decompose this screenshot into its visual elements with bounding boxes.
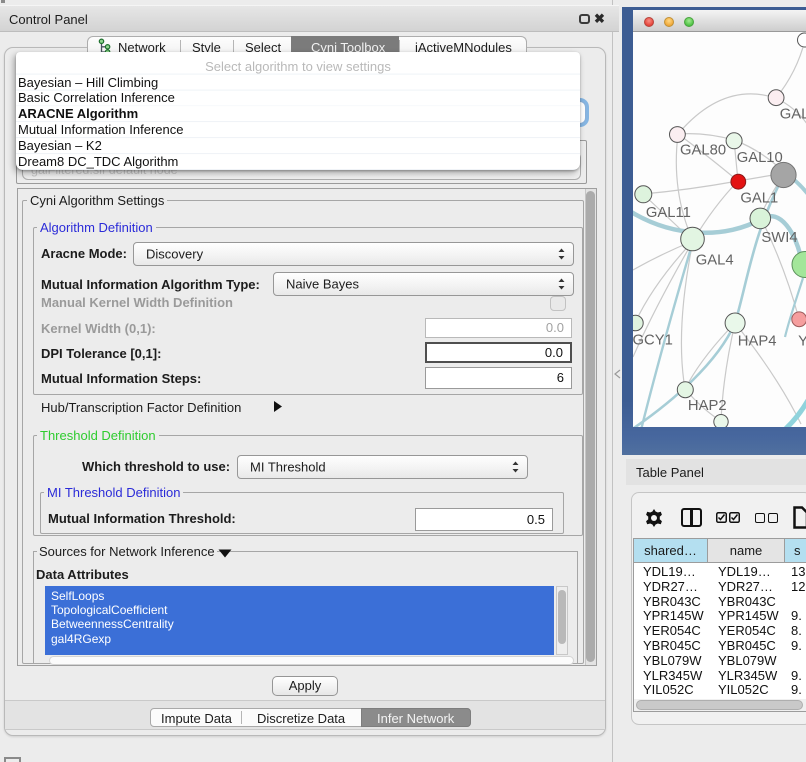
svg-text:GAL1: GAL1 [740, 191, 778, 207]
svg-text:GAL7: GAL7 [780, 107, 806, 123]
svg-text:HAP4: HAP4 [738, 334, 777, 350]
svg-text:GAL11: GAL11 [646, 205, 691, 221]
svg-text:GCY1: GCY1 [633, 333, 673, 349]
svg-text:GAL4: GAL4 [696, 253, 734, 269]
svg-text:Y: Y [798, 334, 806, 350]
svg-text:GAL80: GAL80 [680, 142, 726, 158]
svg-text:SWI4: SWI4 [761, 230, 797, 246]
svg-text:GAL10: GAL10 [737, 150, 783, 166]
svg-text:HAP2: HAP2 [688, 398, 727, 414]
